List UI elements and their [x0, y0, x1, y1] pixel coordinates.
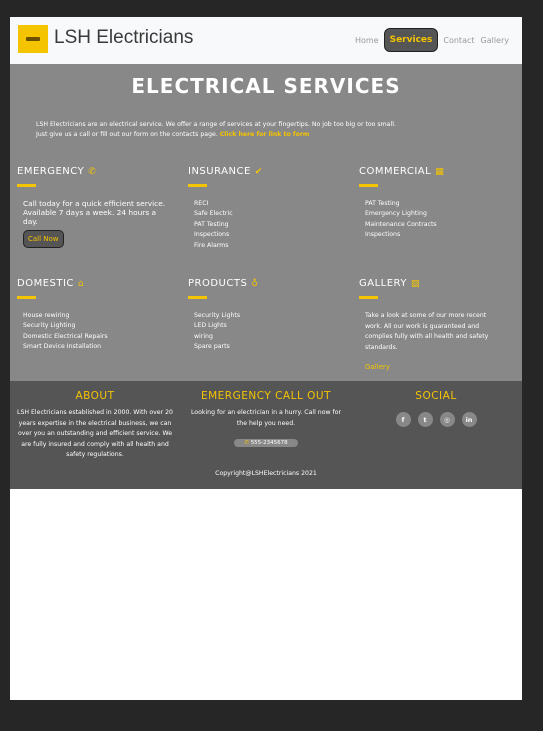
list-item: Maintenance Contracts — [365, 220, 437, 228]
logo-icon[interactable] — [18, 25, 48, 53]
insurance-heading: INSURANCE — [188, 166, 251, 177]
list-item: Security Lights — [194, 312, 241, 319]
navbar: LSH Electricians Home Services Contact G… — [10, 17, 522, 64]
products-card: PRODUCTS ♁ Security Lights LED Lights wi… — [188, 278, 348, 353]
products-list: Security Lights LED Lights wiring Spare … — [194, 311, 348, 353]
social-heading: SOCIAL — [415, 390, 457, 402]
heading-underline — [188, 296, 207, 299]
heading-underline — [359, 184, 378, 187]
check-icon: ✔ — [254, 166, 263, 177]
list-item: Fire Alarms — [194, 241, 229, 249]
emergency-card: EMERGENCY ✆ Call today for a quick effic… — [17, 166, 177, 248]
call-now-button[interactable]: Call Now — [23, 230, 64, 248]
copyright: Copyright@LSHElectricians 2021 — [215, 470, 317, 477]
domestic-heading: DOMESTIC — [17, 278, 74, 289]
commercial-list: PAT Testing Emergency Lighting Maintenan… — [365, 199, 519, 241]
list-item: RECI — [194, 200, 209, 207]
brand-name[interactable]: LSH Electricians — [54, 27, 193, 49]
emergency-callout-heading: EMERGENCY CALL OUT — [200, 390, 332, 402]
list-item: Inspections — [365, 231, 401, 239]
domestic-list: House rewiring Security Lighting Domesti… — [23, 311, 177, 353]
domestic-card: DOMESTIC ⌂ House rewiring Security Light… — [17, 278, 177, 353]
phone-button[interactable]: ✆ 555-2345678 — [234, 439, 298, 448]
form-link[interactable]: Click here for link to form — [220, 131, 310, 138]
services-intro-line2: Just give us a call or fill out our form… — [36, 131, 218, 138]
footer-emergency: EMERGENCY CALL OUT Looking for an electr… — [186, 390, 346, 448]
list-item: Smart Device Installation — [23, 343, 102, 351]
list-item: LED Lights — [194, 322, 227, 330]
image-icon: ▨ — [410, 278, 420, 289]
list-item: PAT Testing — [365, 200, 400, 207]
services-intro: LSH Electricians are an electrical servi… — [36, 120, 496, 140]
products-heading: PRODUCTS — [188, 278, 248, 289]
nav-menu: Home Services Contact Gallery — [354, 28, 510, 52]
twitter-icon[interactable]: t — [417, 412, 433, 427]
list-item: wiring — [194, 332, 213, 340]
about-text: LSH Electricians established in 2000. Wi… — [17, 409, 173, 459]
heading-underline — [17, 296, 36, 299]
heading-underline — [17, 184, 36, 187]
instagram-icon[interactable]: ◎ — [439, 412, 455, 427]
list-item: House rewiring — [23, 312, 70, 319]
nav-gallery[interactable]: Gallery — [480, 36, 511, 45]
heading-underline — [359, 296, 378, 299]
phone-number: 555-2345678 — [250, 440, 288, 447]
gallery-text: Take a look at some of our more recent w… — [365, 312, 489, 351]
facebook-icon[interactable]: f — [395, 412, 411, 427]
phone-icon: ✆ — [88, 166, 97, 177]
gallery-heading: GALLERY — [359, 278, 407, 289]
commercial-heading: COMMERCIAL — [359, 166, 432, 177]
emergency-heading: EMERGENCY — [17, 166, 85, 177]
nav-home[interactable]: Home — [354, 36, 380, 45]
list-item: Spare parts — [194, 343, 230, 351]
lightbulb-icon: ♁ — [251, 278, 259, 289]
footer-about: ABOUT LSH Electricians established in 20… — [16, 390, 174, 461]
web-page: LSH Electricians Home Services Contact G… — [10, 17, 522, 700]
nav-contact[interactable]: Contact — [442, 36, 475, 45]
gallery-card: GALLERY ▨ Take a look at some of our mor… — [359, 278, 519, 371]
insurance-list: RECI Safe Electric PAT Testing Inspectio… — [194, 199, 348, 251]
list-item: Inspections — [194, 231, 230, 239]
services-title: ELECTRICAL SERVICES — [131, 74, 401, 98]
footer: ABOUT LSH Electricians established in 20… — [10, 381, 522, 489]
list-item: Domestic Electrical Repairs — [23, 332, 108, 340]
emergency-callout-text: Looking for an electrician in a hurry. C… — [190, 409, 342, 427]
linkedin-icon[interactable]: in — [461, 412, 477, 427]
insurance-card: INSURANCE ✔ RECI Safe Electric PAT Testi… — [188, 166, 348, 251]
services-intro-line1: LSH Electricians are an electrical servi… — [36, 121, 396, 128]
services-section: ELECTRICAL SERVICES LSH Electricians are… — [10, 64, 522, 381]
commercial-card: COMMERCIAL ▦ PAT Testing Emergency Light… — [359, 166, 519, 241]
emergency-text: Call today for a quick efficient service… — [23, 199, 166, 226]
about-heading: ABOUT — [75, 390, 115, 402]
list-item: Security Lighting — [23, 322, 76, 330]
nav-services[interactable]: Services — [383, 28, 439, 52]
home-icon: ⌂ — [77, 278, 85, 289]
footer-social: SOCIAL f t ◎ in — [356, 390, 516, 427]
heading-underline — [188, 184, 207, 187]
list-item: Safe Electric — [194, 210, 233, 218]
building-icon: ▦ — [435, 166, 445, 177]
gallery-link[interactable]: Gallery — [365, 363, 519, 371]
list-item: PAT Testing — [194, 220, 229, 228]
social-links: f t ◎ in — [356, 412, 516, 427]
list-item: Emergency Lighting — [365, 210, 427, 218]
